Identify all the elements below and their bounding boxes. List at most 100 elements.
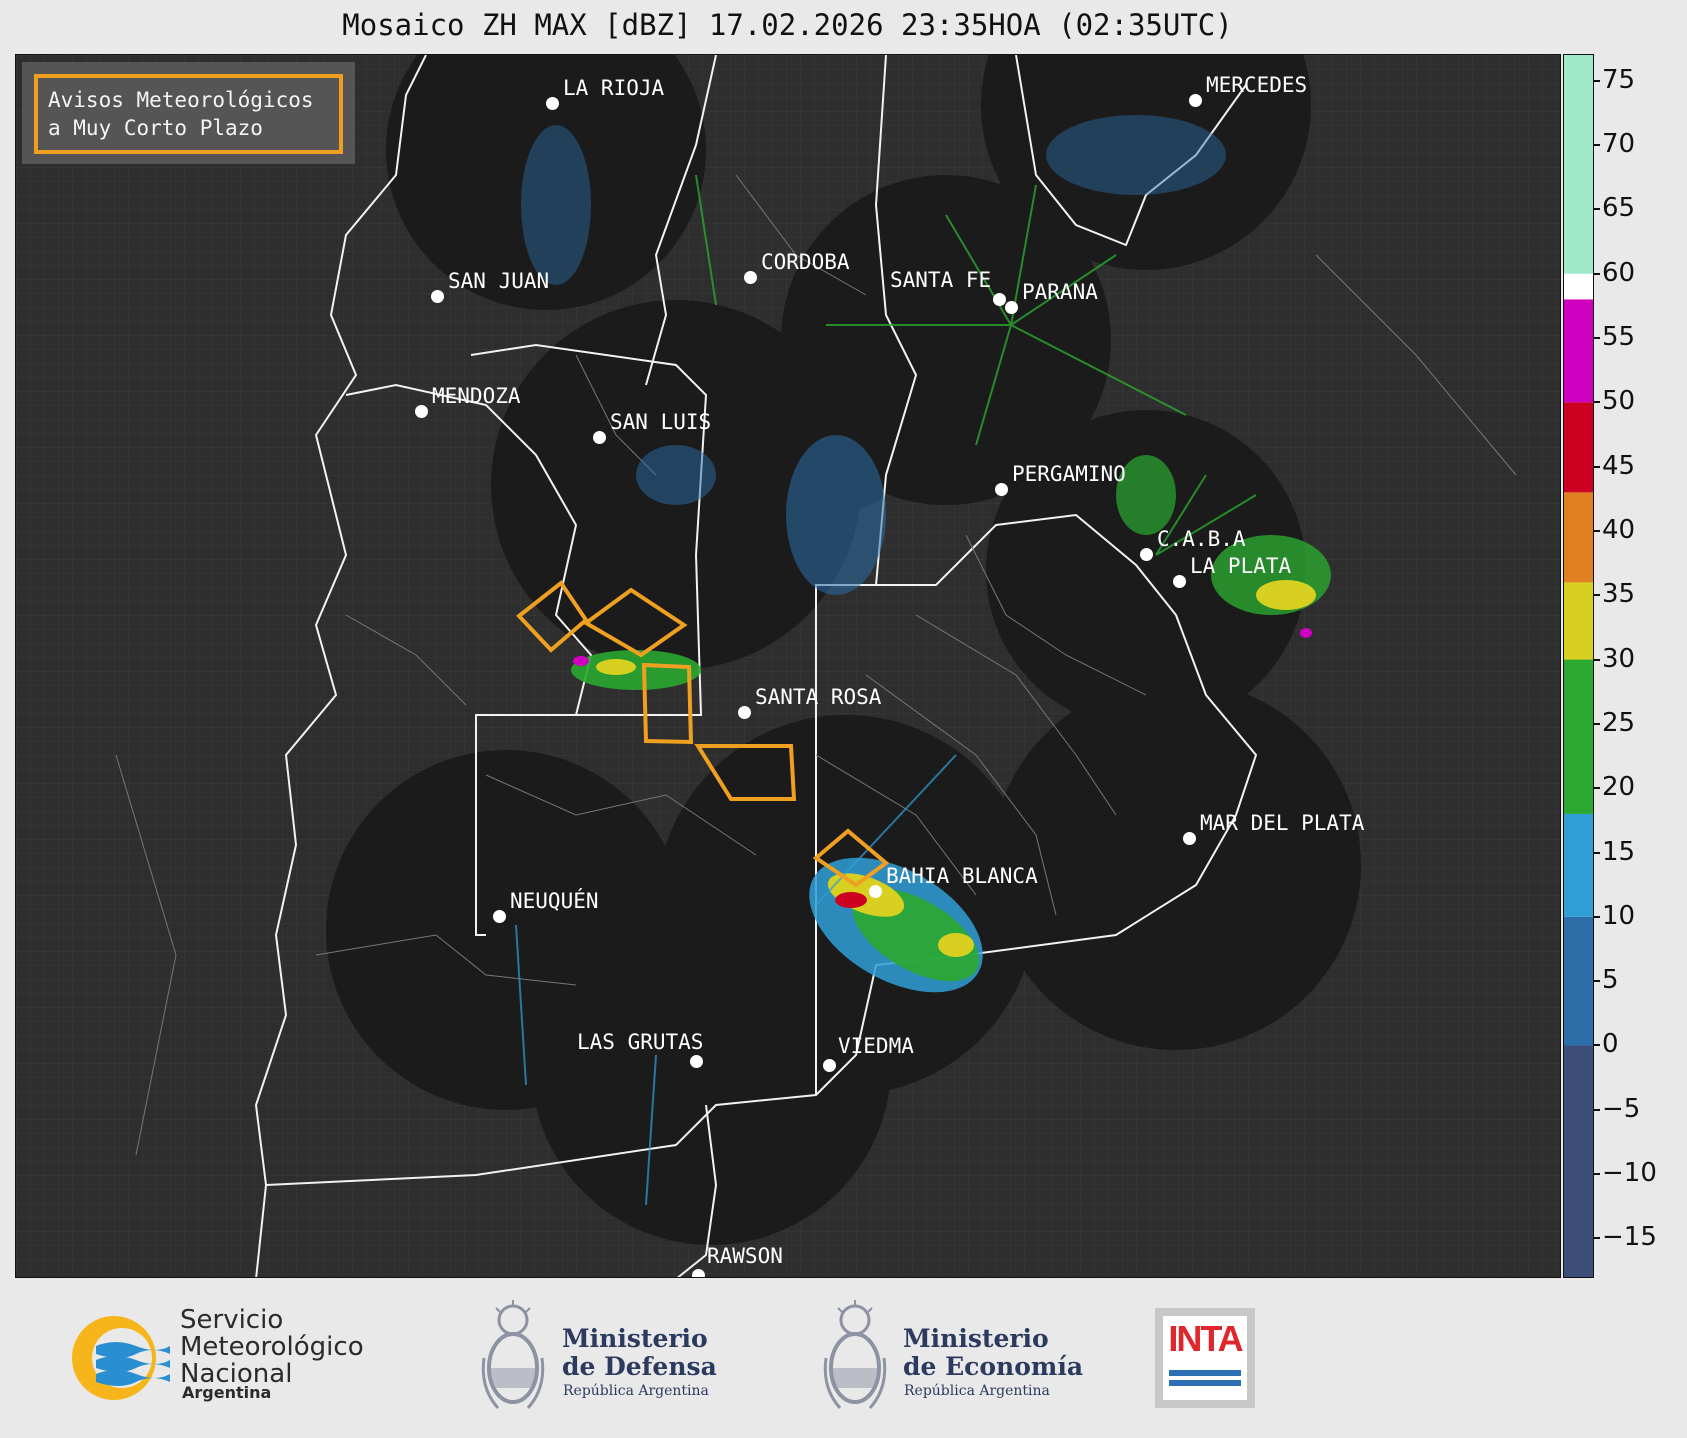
colorbar-segment: [1564, 402, 1593, 493]
city-label: CORDOBA: [761, 250, 850, 274]
colorbar-gradient: [1564, 55, 1593, 1277]
defensa-line2: de Defensa: [562, 1352, 717, 1381]
city-dot: [1189, 94, 1202, 107]
colorbar-tick-label: 15: [1602, 836, 1636, 867]
colorbar-segment: [1564, 492, 1593, 583]
colorbar-tick-mark: [1594, 529, 1600, 532]
colorbar-segment: [1564, 55, 1593, 274]
colorbar-segment: [1564, 916, 1593, 1046]
colorbar-tick-mark: [1594, 722, 1600, 725]
economia-line1: Ministerio: [903, 1324, 1049, 1353]
colorbar-tick-label: 5: [1602, 965, 1619, 996]
colorbar-segment: [1564, 273, 1593, 300]
city-dot: [546, 97, 559, 110]
city-dot: [869, 885, 882, 898]
city-dot: [493, 910, 506, 923]
colorbar-tick-label: 75: [1602, 64, 1636, 95]
colorbar-tick-mark: [1594, 336, 1600, 339]
colorbar-tick-label: 0: [1602, 1029, 1619, 1060]
city-label: LAS GRUTAS: [577, 1030, 704, 1054]
city-label: VIEDMA: [838, 1034, 914, 1058]
colorbar-tick-mark: [1594, 915, 1600, 918]
colorbar-tick-label: 50: [1602, 386, 1636, 417]
city-dot: [431, 290, 444, 303]
city-dot: [593, 431, 606, 444]
city-label: SANTA ROSA: [755, 685, 882, 709]
colorbar-tick-label: 70: [1602, 129, 1636, 160]
city-label: NEUQUÉN: [510, 889, 599, 913]
colorbar-tick-mark: [1594, 1237, 1600, 1240]
smn-subtitle: Argentina: [182, 1383, 272, 1402]
colorbar-tick-label: −15: [1602, 1222, 1657, 1253]
smn-logo-icon: [72, 1316, 170, 1400]
colorbar-tick-label: 10: [1602, 900, 1636, 931]
city-dot: [823, 1059, 836, 1072]
defensa-emblem: [478, 1298, 548, 1416]
colorbar-tick-label: 45: [1602, 450, 1636, 481]
city-dot: [415, 405, 428, 418]
colorbar-tick-mark: [1594, 980, 1600, 983]
colorbar-tick-mark: [1594, 851, 1600, 854]
city-label: MAR DEL PLATA: [1200, 811, 1365, 835]
city-layer: LA RIOJA MERCEDES SAN JUAN CORDOBA SANTA…: [16, 55, 1560, 1277]
radar-map[interactable]: LA RIOJA MERCEDES SAN JUAN CORDOBA SANTA…: [15, 54, 1561, 1278]
colorbar: [1563, 54, 1594, 1278]
coat-of-arms-icon: [481, 1300, 545, 1410]
defensa-line1: Ministerio: [562, 1324, 708, 1353]
city-dot: [1173, 575, 1186, 588]
colorbar-tick-label: 65: [1602, 193, 1636, 224]
footer-logos: Servicio Meteorológico Nacional Argentin…: [0, 1280, 1687, 1438]
colorbar-tick-label: 35: [1602, 579, 1636, 610]
coat-of-arms-icon: [823, 1300, 887, 1410]
colorbar-tick-label: 25: [1602, 707, 1636, 738]
smn-logo: [66, 1310, 170, 1406]
economia-line2: de Economía: [903, 1352, 1084, 1381]
colorbar-tick-mark: [1594, 208, 1600, 211]
smn-name: Servicio Meteorológico Nacional: [180, 1307, 364, 1388]
city-label: LA PLATA: [1190, 554, 1292, 578]
colorbar-tick-label: −5: [1602, 1093, 1641, 1124]
warnings-legend-frame: Avisos Meteorológicos a Muy Corto Plazo: [34, 74, 343, 154]
colorbar-tick-label: 55: [1602, 321, 1636, 352]
colorbar-tick-mark: [1594, 79, 1600, 82]
colorbar-tick-mark: [1594, 144, 1600, 147]
city-label: SANTA FE: [890, 268, 992, 292]
colorbar-segment: [1564, 813, 1593, 917]
city-label: SAN LUIS: [610, 410, 712, 434]
city-label: C.A.B.A: [1157, 527, 1246, 551]
city-dot: [690, 1055, 703, 1068]
city-label: BAHIA BLANCA: [886, 864, 1038, 888]
city-label: SAN JUAN: [448, 269, 550, 293]
colorbar-tick-mark: [1594, 401, 1600, 404]
colorbar-tick-mark: [1594, 465, 1600, 468]
economia-emblem: [820, 1298, 890, 1416]
city-dot: [993, 293, 1006, 306]
smn-line2: Meteorológico: [180, 1332, 364, 1362]
city-dot: [738, 706, 751, 719]
colorbar-tick-mark: [1594, 272, 1600, 275]
colorbar-tick-label: 30: [1602, 643, 1636, 674]
colorbar-tick-mark: [1594, 594, 1600, 597]
city-dot: [692, 1269, 705, 1277]
warnings-legend: Avisos Meteorológicos a Muy Corto Plazo: [22, 62, 355, 164]
city-label: RAWSON: [707, 1244, 783, 1268]
colorbar-tick-label: 20: [1602, 772, 1636, 803]
city-dot: [995, 483, 1008, 496]
inta-logo-text: INTA: [1168, 1318, 1243, 1359]
colorbar-tick-mark: [1594, 1108, 1600, 1111]
colorbar-segment: [1564, 659, 1593, 814]
colorbar-tick-mark: [1594, 658, 1600, 661]
city-label: PARANA: [1022, 280, 1098, 304]
city-label: PERGAMINO: [1012, 462, 1126, 486]
inta-logo: INTA: [1155, 1308, 1255, 1408]
colorbar-tick-mark: [1594, 1173, 1600, 1176]
city-dot: [1140, 548, 1153, 561]
warnings-legend-line1: Avisos Meteorológicos: [48, 88, 314, 112]
colorbar-tick-label: 40: [1602, 514, 1636, 545]
economia-sub: República Argentina: [904, 1383, 1050, 1399]
colorbar-tick-mark: [1594, 787, 1600, 790]
colorbar-segment: [1564, 582, 1593, 660]
city-dot: [744, 271, 757, 284]
colorbar-tick-mark: [1594, 1044, 1600, 1047]
city-label: LA RIOJA: [563, 76, 665, 100]
